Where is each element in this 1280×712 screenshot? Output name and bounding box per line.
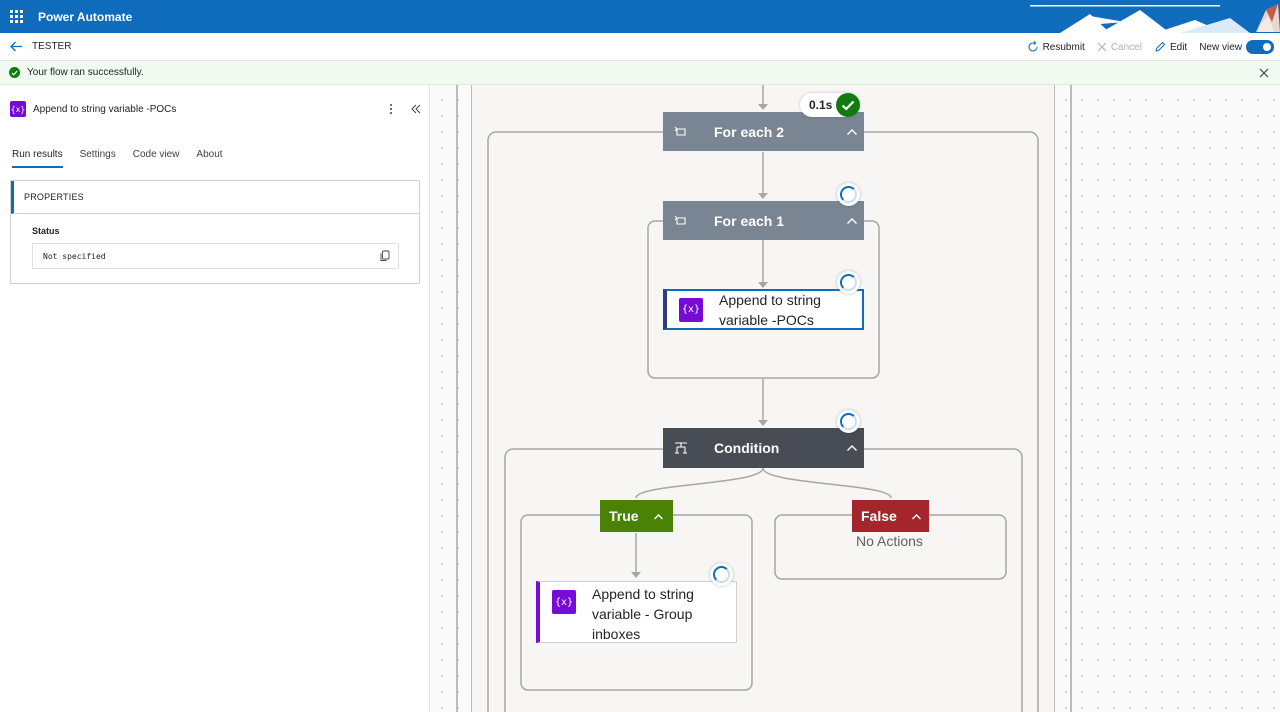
condition-label: Condition <box>714 440 780 456</box>
resubmit-button[interactable]: Resubmit <box>1027 41 1085 53</box>
copy-icon[interactable] <box>379 250 391 262</box>
panel-title: Append to string variable -POCs <box>33 103 177 115</box>
new-view-toggle[interactable] <box>1246 40 1274 54</box>
app-name[interactable]: Power Automate <box>38 10 132 24</box>
command-bar: TESTER Resubmit Cancel Edit New view <box>0 33 1280 61</box>
back-arrow-icon <box>9 41 22 52</box>
tab-about[interactable]: About <box>196 149 222 168</box>
append-pocs-action-card[interactable]: {x} Append to string variable -POCs <box>663 289 864 330</box>
chevron-up-icon[interactable] <box>846 216 858 226</box>
success-message: Your flow ran successfully. <box>27 67 144 78</box>
append-pocs-line-1: Append to string <box>719 291 821 308</box>
no-actions-text: No Actions <box>856 533 923 549</box>
chevron-up-icon[interactable] <box>653 512 664 521</box>
status-value-field: Not specified <box>32 243 399 269</box>
more-options-icon[interactable] <box>388 102 394 116</box>
append-group-line-1: Append to string <box>592 586 694 602</box>
append-group-line-3: inboxes <box>592 626 641 642</box>
success-check-icon <box>9 67 20 78</box>
loop-icon <box>674 124 690 140</box>
close-icon <box>1097 42 1107 52</box>
app-launcher-button[interactable] <box>0 0 32 33</box>
append-group-inboxes-title: Append to string variable - Group inboxe… <box>592 584 694 644</box>
waffle-icon <box>9 10 23 23</box>
action-details-panel: {x} Append to string variable -POCs Run … <box>0 85 430 712</box>
tab-run-results[interactable]: Run results <box>12 149 63 168</box>
dismiss-message-icon[interactable] <box>1258 67 1270 79</box>
variable-icon: {x} <box>10 101 26 117</box>
false-branch-header[interactable]: False <box>852 500 929 532</box>
panel-tabs: Run results Settings Code view About <box>12 149 223 168</box>
loading-spinner-icon <box>837 183 860 206</box>
chevron-up-icon[interactable] <box>846 127 858 137</box>
status-value: Not specified <box>43 251 106 261</box>
append-group-line-2: variable - Group <box>592 606 693 622</box>
append-pocs-title: Append to string variable -POCs <box>719 290 821 330</box>
success-message-bar: Your flow ran successfully. <box>0 61 1280 85</box>
user-avatar[interactable] <box>1250 2 1280 32</box>
for-each-2-card[interactable]: For each 2 <box>663 112 864 151</box>
properties-header[interactable]: PROPERTIES <box>11 181 419 214</box>
true-branch-label: True <box>609 508 639 524</box>
tab-settings[interactable]: Settings <box>80 149 116 168</box>
loading-spinner-icon <box>710 563 733 586</box>
loop-icon <box>674 213 690 229</box>
for-each-1-label: For each 1 <box>714 212 785 229</box>
flow-canvas[interactable]: For each 2 0.1s For each 1 {x} Append to… <box>431 85 1280 712</box>
resubmit-label: Resubmit <box>1042 41 1085 53</box>
cancel-button[interactable]: Cancel <box>1097 42 1142 53</box>
loading-spinner-icon <box>837 410 860 433</box>
flow-name: TESTER <box>32 41 72 52</box>
back-button[interactable] <box>0 33 32 61</box>
status-label: Status <box>32 226 60 236</box>
run-duration: 0.1s <box>809 98 833 112</box>
panel-header: {x} Append to string variable -POCs <box>10 101 176 117</box>
refresh-icon <box>1028 41 1038 52</box>
for-each-2-label: For each 2 <box>714 123 785 140</box>
chevron-up-icon[interactable] <box>846 443 858 453</box>
loading-spinner-icon <box>837 271 860 294</box>
new-view-control: New view <box>1199 40 1274 54</box>
app-header: Power Automate <box>0 0 1280 33</box>
properties-section: PROPERTIES Status Not specified <box>10 180 420 284</box>
append-group-inboxes-action-card[interactable]: {x} Append to string variable - Group in… <box>536 581 737 643</box>
cancel-label: Cancel <box>1110 41 1142 53</box>
variable-icon: {x} <box>552 590 576 614</box>
run-duration-badge: 0.1s <box>800 93 861 117</box>
new-view-label: New view <box>1199 41 1242 53</box>
pencil-icon <box>1155 41 1166 52</box>
chevron-up-icon[interactable] <box>911 512 922 521</box>
condition-card[interactable]: Condition <box>663 428 864 468</box>
true-branch-header[interactable]: True <box>600 500 673 532</box>
false-branch-label: False <box>861 508 897 524</box>
edit-button[interactable]: Edit <box>1154 41 1187 53</box>
header-banner-art <box>1030 0 1280 33</box>
edit-label: Edit <box>1169 41 1188 53</box>
collapse-panel-icon[interactable] <box>410 103 422 115</box>
variable-icon: {x} <box>679 297 703 322</box>
tab-code-view[interactable]: Code view <box>133 149 180 168</box>
for-each-1-card[interactable]: For each 1 <box>663 201 864 240</box>
condition-icon <box>674 440 690 456</box>
append-pocs-line-2: variable -POCs <box>719 311 814 328</box>
